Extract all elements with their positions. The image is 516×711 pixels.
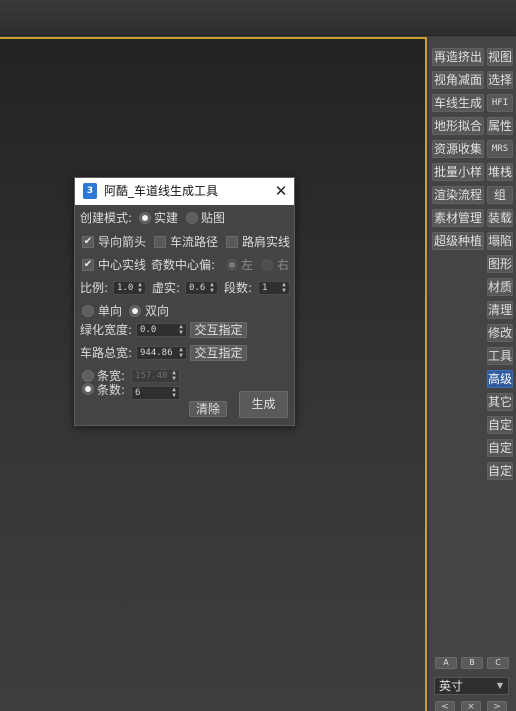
two-way-radio[interactable] (129, 305, 141, 317)
guide-arrow-label: 导向箭头 (98, 235, 147, 249)
dialog-titlebar[interactable]: 3 阿酷_车道线生成工具 ✕ (75, 178, 294, 205)
tool-button-asset-manage[interactable]: 素材管理 (432, 209, 484, 227)
tool-button-view[interactable]: 视图 (487, 48, 513, 66)
tool-button-group[interactable]: 组 (487, 186, 513, 204)
odd-right-label: 右 (277, 258, 290, 272)
clear-button[interactable]: 清除 (189, 401, 227, 417)
road-width-label: 车路总宽: (80, 346, 133, 360)
chevron-down-icon: ▼ (496, 681, 503, 690)
dash-value: 0.6 (189, 283, 206, 293)
lane-width-label: 条宽: (97, 369, 126, 383)
tool-button-terrain-fit[interactable]: 地形拟合 (432, 117, 484, 135)
mode-radio-solid[interactable] (139, 212, 151, 224)
dialog-title: 阿酷_车道线生成工具 (104, 184, 219, 198)
preset-c-button[interactable]: C (487, 657, 509, 669)
tool-button-hfi[interactable]: HFI (487, 94, 513, 112)
spinner-arrows-icon[interactable]: ▲ ▼ (178, 324, 184, 336)
preset-a-button[interactable]: A (435, 657, 457, 669)
segments-value: 1 (262, 283, 268, 293)
dash-spinner[interactable]: 0.6 ▲ ▼ (185, 281, 218, 295)
green-width-label: 绿化宽度: (80, 323, 133, 337)
unit-select[interactable]: 英寸 ▼ (434, 677, 509, 695)
scale-label: 比例: (80, 281, 109, 295)
spinner-arrows-icon[interactable]: ▲ ▼ (137, 282, 143, 294)
segments-label: 段数: (224, 281, 253, 295)
tool-button-custom-2[interactable]: 自定 (487, 439, 513, 457)
lane-width-value: 157.48 (135, 371, 168, 381)
lane-width-spinner[interactable]: 157.48 ▲ ▼ (131, 369, 180, 383)
next-icon[interactable]: > (487, 701, 507, 711)
tool-button-batch-sample[interactable]: 批量小样 (432, 163, 484, 181)
green-width-spinner[interactable]: 0.0 ▲ ▼ (136, 323, 187, 337)
one-way-radio[interactable] (82, 305, 94, 317)
top-toolbar (0, 0, 516, 36)
road-pick-button[interactable]: 交互指定 (190, 345, 247, 361)
tool-button-shape[interactable]: 图形 (487, 255, 513, 273)
spinner-arrows-icon[interactable]: ▲ ▼ (171, 387, 177, 399)
tool-button-load[interactable]: 装载 (487, 209, 513, 227)
dash-label: 虚实: (152, 281, 181, 295)
tool-button-custom-3[interactable]: 自定 (487, 462, 513, 480)
tool-button-material[interactable]: 材质 (487, 278, 513, 296)
close-icon[interactable]: × (461, 701, 481, 711)
spinner-arrows-icon[interactable]: ▲ ▼ (209, 282, 215, 294)
lane-count-spinner[interactable]: 6 ▲ ▼ (131, 386, 180, 400)
tool-button-tools[interactable]: 工具 (487, 347, 513, 365)
center-line-label: 中心实线 (98, 258, 147, 272)
odd-left-label: 左 (241, 258, 254, 272)
tool-button-mrs[interactable]: MRS (487, 140, 513, 158)
close-icon[interactable]: ✕ (272, 181, 290, 201)
green-width-value: 0.0 (140, 325, 157, 335)
generate-button[interactable]: 生成 (239, 391, 288, 418)
tool-button-custom-1[interactable]: 自定 (487, 416, 513, 434)
odd-right-radio[interactable] (261, 259, 273, 271)
tool-button-advanced[interactable]: 高级 (487, 370, 513, 388)
traffic-path-checkbox[interactable] (154, 236, 166, 248)
segments-spinner[interactable]: 1 ▲ ▼ (258, 281, 290, 295)
scale-value: 1.0 (117, 283, 134, 293)
create-mode-label: 创建模式: (80, 211, 133, 225)
shoulder-line-checkbox[interactable] (226, 236, 238, 248)
road-width-spinner[interactable]: 944.86 ▲ ▼ (136, 346, 187, 360)
spinner-arrows-icon[interactable]: ▲ ▼ (281, 282, 287, 294)
two-way-label: 双向 (145, 304, 170, 318)
lane-count-label: 条数: (97, 383, 126, 397)
tool-button-view-reduce[interactable]: 视角减面 (432, 71, 484, 89)
mode-solid-label: 实建 (154, 211, 179, 225)
preset-b-button[interactable]: B (461, 657, 483, 669)
spinner-arrows-icon[interactable]: ▲ ▼ (171, 370, 177, 382)
app-icon: 3 (83, 183, 97, 199)
odd-center-label: 奇数中心偏: (151, 258, 216, 272)
center-line-checkbox[interactable]: ✔ (82, 259, 94, 271)
mode-radio-texture[interactable] (186, 212, 198, 224)
scale-spinner[interactable]: 1.0 ▲ ▼ (113, 281, 146, 295)
tool-button-super-plant[interactable]: 超级种植 (432, 232, 484, 250)
tool-button-stack[interactable]: 堆栈 (487, 163, 513, 181)
tool-button-collapse[interactable]: 塌陷 (487, 232, 513, 250)
tool-button-cleanup[interactable]: 清理 (487, 301, 513, 319)
lane-tool-dialog: 3 阿酷_车道线生成工具 ✕ 创建模式: 实建 贴图 ✔ 导向箭头 车流路径 路… (74, 177, 295, 426)
tool-button-resource-collect[interactable]: 资源收集 (432, 140, 484, 158)
road-width-value: 944.86 (140, 348, 173, 358)
green-pick-button[interactable]: 交互指定 (190, 322, 247, 338)
tool-button-select[interactable]: 选择 (487, 71, 513, 89)
tool-button-extrude[interactable]: 再造挤出 (432, 48, 484, 66)
spinner-arrows-icon[interactable]: ▲ ▼ (178, 347, 184, 359)
unit-select-value: 英寸 (439, 679, 464, 693)
traffic-path-label: 车流路径 (170, 235, 219, 249)
tool-button-properties[interactable]: 属性 (487, 117, 513, 135)
lane-count-value: 6 (135, 388, 141, 398)
prev-icon[interactable]: < (435, 701, 455, 711)
lane-count-radio[interactable] (82, 383, 94, 395)
tool-button-modify[interactable]: 修改 (487, 324, 513, 342)
mode-texture-label: 贴图 (201, 211, 226, 225)
tool-button-render-flow[interactable]: 渲染流程 (432, 186, 484, 204)
lane-width-radio[interactable] (82, 370, 94, 382)
shoulder-line-label: 路肩实线 (242, 235, 291, 249)
guide-arrow-checkbox[interactable]: ✔ (82, 236, 94, 248)
one-way-label: 单向 (98, 304, 123, 318)
tool-button-other[interactable]: 其它 (487, 393, 513, 411)
tool-button-lane-generate[interactable]: 车线生成 (432, 94, 484, 112)
odd-left-radio[interactable] (226, 259, 238, 271)
